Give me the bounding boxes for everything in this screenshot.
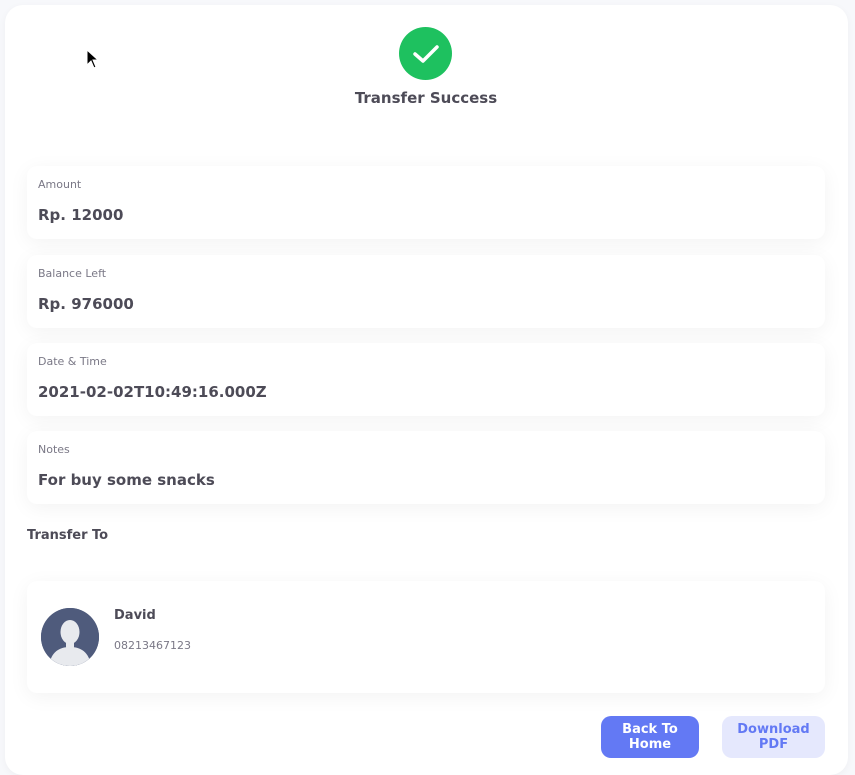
amount-label: Amount [38, 178, 82, 191]
amount-card: Amount Rp. 12000 [27, 166, 825, 239]
receiver-phone: 08213467123 [114, 639, 191, 652]
page-title: Transfer Success [354, 89, 498, 107]
balance-left-value: Rp. 976000 [38, 295, 134, 313]
download-pdf-button[interactable]: Download PDF [722, 716, 825, 758]
notes-label: Notes [38, 443, 70, 456]
notes-value: For buy some snacks [38, 471, 215, 489]
receiver-card: David 08213467123 [27, 581, 825, 693]
back-to-home-button[interactable]: Back To Home [601, 716, 699, 758]
balance-left-card: Balance Left Rp. 976000 [27, 255, 825, 328]
balance-left-label: Balance Left [38, 267, 107, 280]
transfer-to-heading: Transfer To [27, 528, 109, 543]
receiver-name: David [114, 608, 156, 623]
date-time-card: Date & Time 2021-02-02T10:49:16.000Z [27, 343, 825, 416]
notes-card: Notes For buy some snacks [27, 431, 825, 504]
date-time-label: Date & Time [38, 355, 107, 368]
mouse-cursor-icon [86, 49, 100, 69]
user-avatar-icon [41, 608, 99, 666]
date-time-value: 2021-02-02T10:49:16.000Z [38, 383, 267, 401]
check-circle-icon [399, 27, 452, 80]
amount-value: Rp. 12000 [38, 206, 124, 224]
